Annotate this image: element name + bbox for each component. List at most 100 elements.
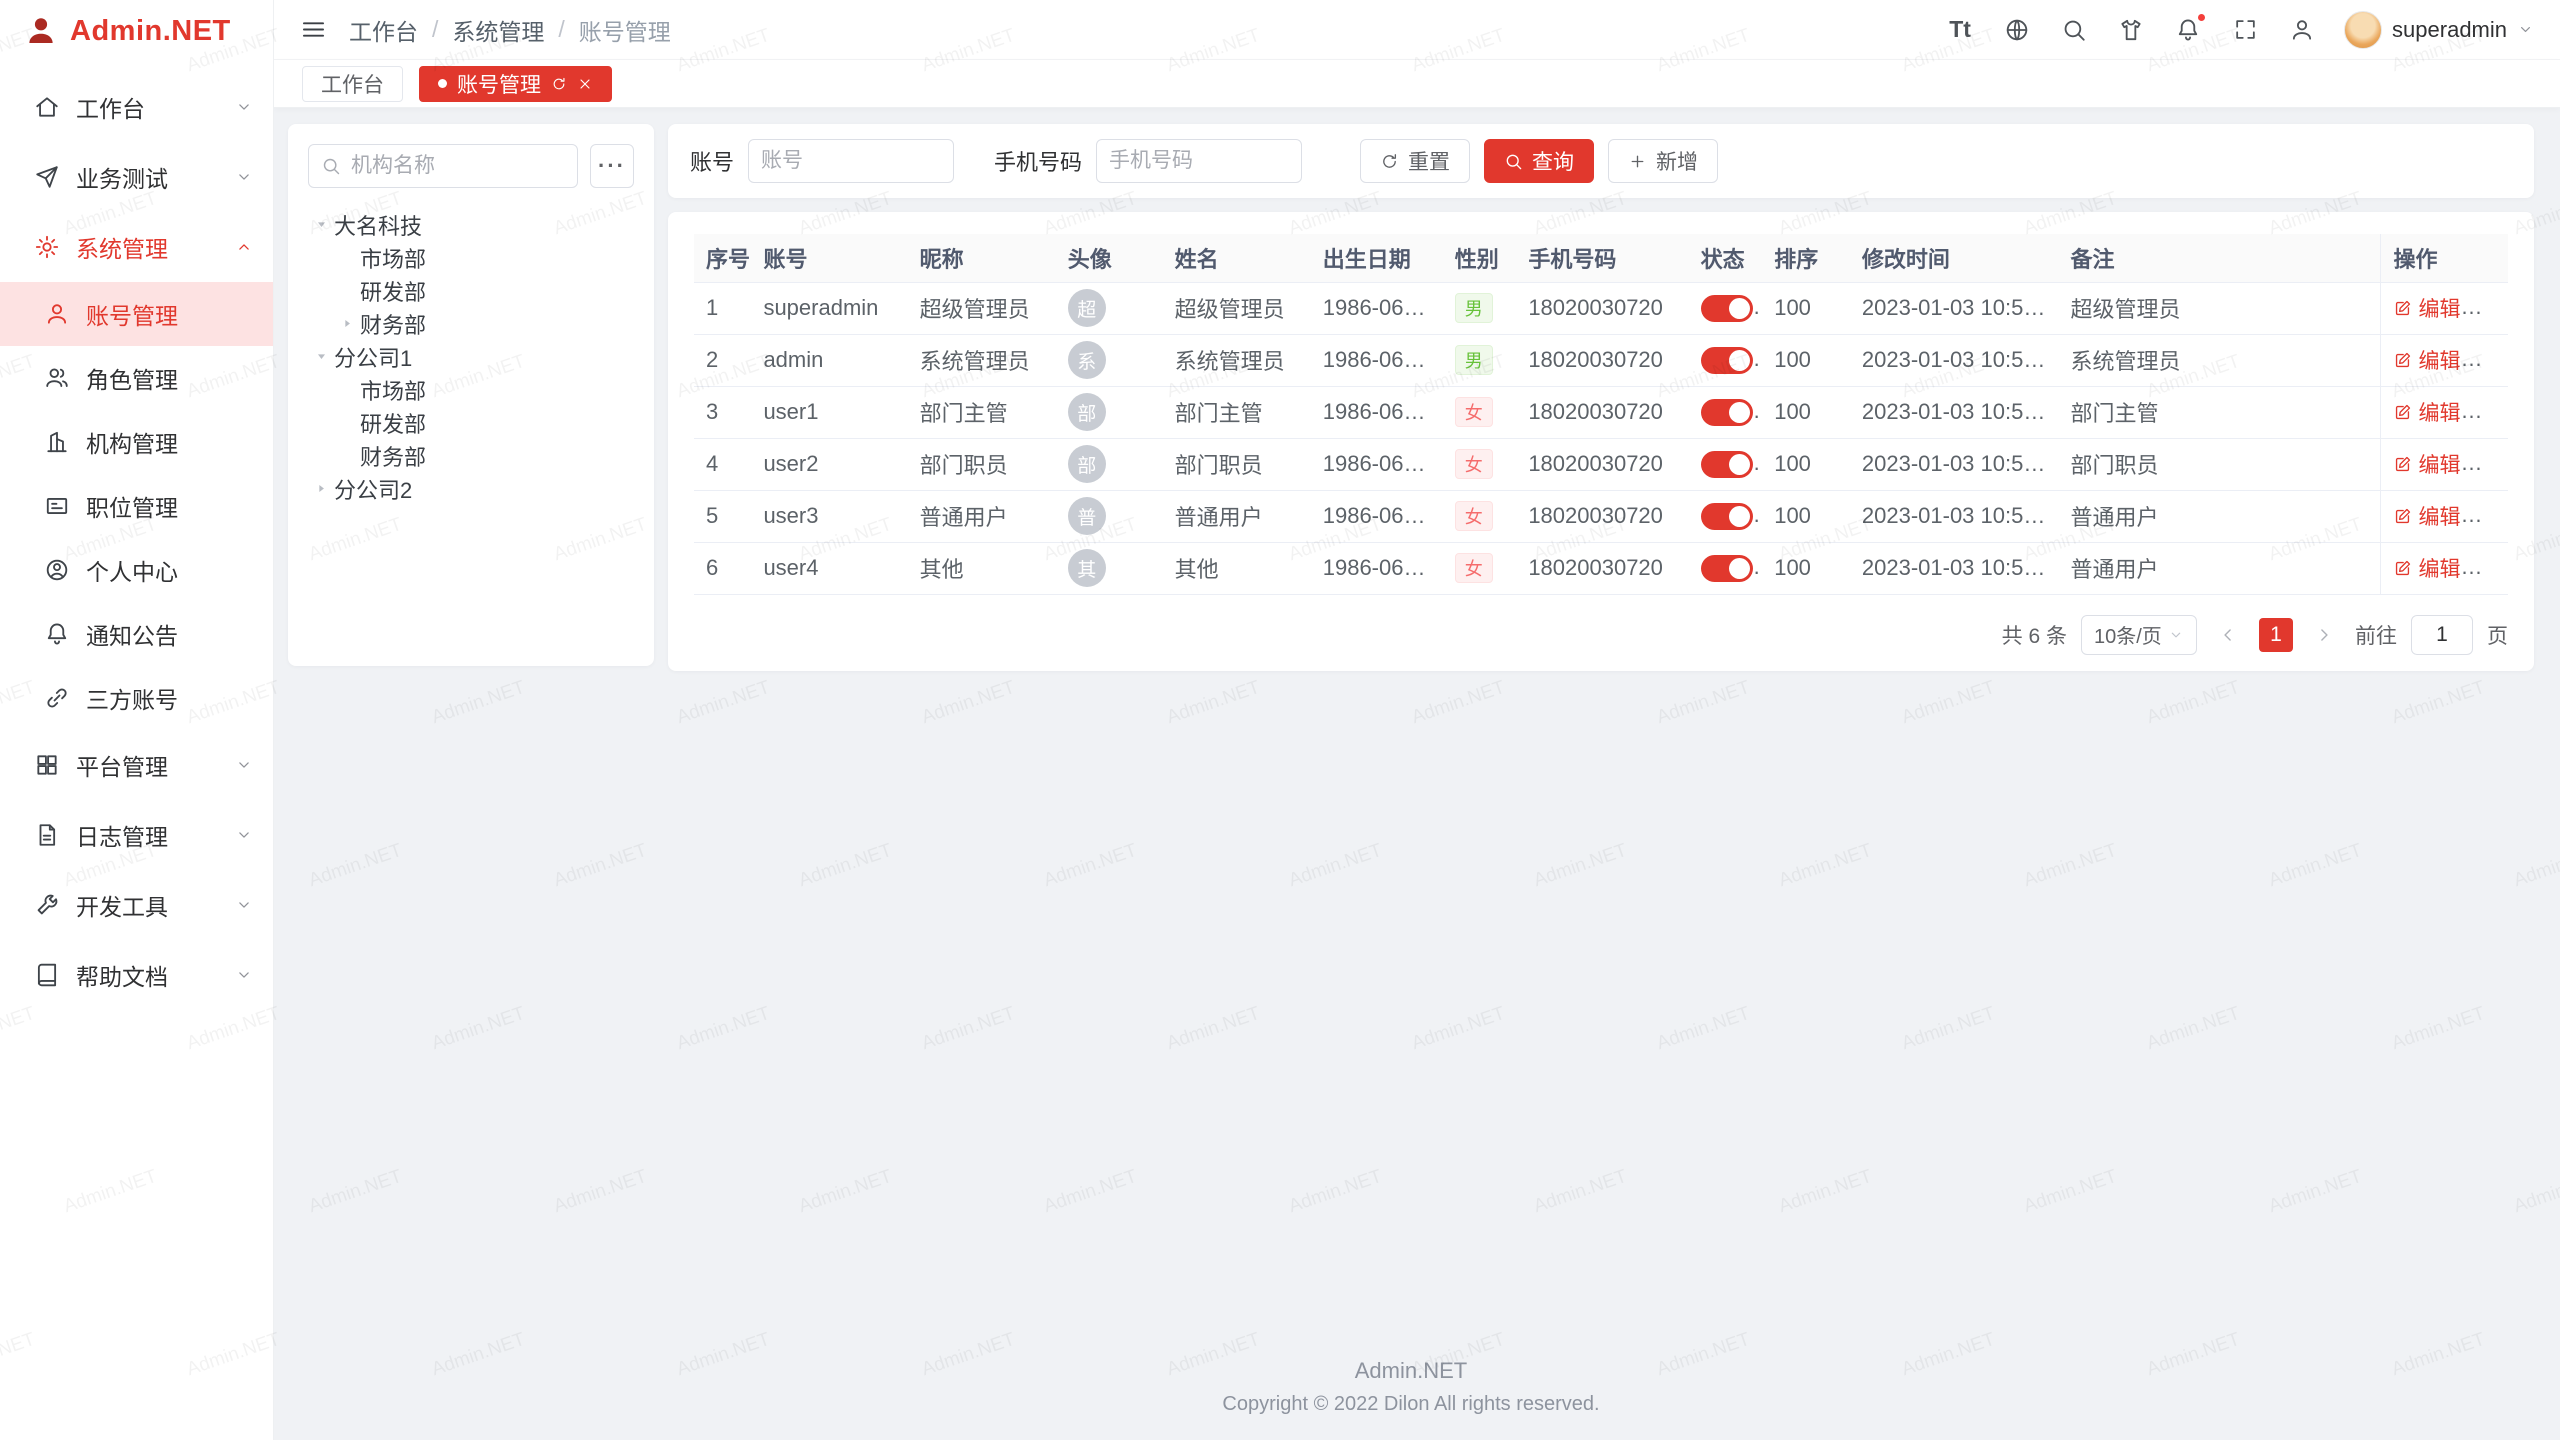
sidebar-item-role-mgmt[interactable]: 角色管理 <box>0 346 273 410</box>
table-row: 1superadmin超级管理员超超级管理员1986-06-28男1802003… <box>694 282 2508 334</box>
edit-button[interactable]: 编辑 <box>2393 501 2460 531</box>
goto-label: 前往 <box>2355 620 2397 650</box>
menu-collapse-button[interactable] <box>300 16 327 43</box>
next-page-button[interactable] <box>2307 618 2341 652</box>
tree-node-label: 市场部 <box>360 242 426 274</box>
sidebar-item-org-mgmt[interactable]: 机构管理 <box>0 410 273 474</box>
sidebar-item-label: 系统管理 <box>76 230 168 264</box>
cell-remark: 部门职员 <box>2058 438 2380 490</box>
app-logo[interactable]: Admin.NET <box>0 0 273 62</box>
sidebar-item-position-mgmt[interactable]: 职位管理 <box>0 474 273 538</box>
sidebar-item-personal-center[interactable]: 个人中心 <box>0 538 273 602</box>
sidebar-item-system-mgmt[interactable]: 系统管理 <box>0 212 273 282</box>
phone-input[interactable] <box>1109 149 1289 173</box>
notification-icon[interactable] <box>2173 15 2203 45</box>
account-input[interactable] <box>761 149 941 173</box>
sidebar-item-business-test[interactable]: 业务测试 <box>0 142 273 212</box>
logo-icon <box>24 14 58 48</box>
tree-node[interactable]: 研发部 <box>308 406 634 439</box>
sidebar-item-label: 日志管理 <box>76 818 168 852</box>
cell-remark: 系统管理员 <box>2058 334 2380 386</box>
tree-node[interactable]: 分公司2 <box>308 472 634 505</box>
sidebar-item-third-account[interactable]: 三方账号 <box>0 666 273 730</box>
sidebar-item-dev-tools[interactable]: 开发工具 <box>0 870 273 940</box>
sidebar-item-workbench[interactable]: 工作台 <box>0 72 273 142</box>
cell-phone: 18020030720 <box>1516 282 1688 334</box>
page-number-current[interactable]: 1 <box>2259 618 2293 652</box>
column-header: 序号 <box>694 234 751 282</box>
main-area: 工作台/系统管理/账号管理 Tt superadmin 工作台账号管理 <box>274 0 2560 1440</box>
query-button[interactable]: 查询 <box>1484 139 1594 183</box>
tree-node-label: 财务部 <box>360 440 426 472</box>
bell-icon <box>44 621 70 647</box>
reset-button[interactable]: 重置 <box>1360 139 1470 183</box>
edit-button[interactable]: 编辑 <box>2393 397 2460 427</box>
status-toggle[interactable] <box>1701 295 1753 322</box>
edit-button[interactable]: 编辑 <box>2393 553 2460 583</box>
tree-node[interactable]: 市场部 <box>308 373 634 406</box>
font-size-icon[interactable]: Tt <box>1945 15 1975 45</box>
tree-node[interactable]: 财务部 <box>308 439 634 472</box>
cell-birthdate: 1986-06-28 <box>1311 334 1443 386</box>
cell-modified: 2023-01-03 10:59:44 <box>1850 542 2059 594</box>
tree-node[interactable]: 大名科技 <box>308 208 634 241</box>
tab-workbench[interactable]: 工作台 <box>302 66 403 102</box>
edit-button[interactable]: 编辑 <box>2393 449 2460 479</box>
tree-node[interactable]: 研发部 <box>308 274 634 307</box>
account-icon[interactable] <box>2287 15 2317 45</box>
status-toggle[interactable] <box>1701 399 1753 426</box>
breadcrumb-item[interactable]: 工作台 <box>349 13 418 47</box>
tree-more-button[interactable]: ··· <box>590 144 634 188</box>
sidebar-item-help-docs[interactable]: 帮助文档 <box>0 940 273 1010</box>
fullscreen-icon[interactable] <box>2230 15 2260 45</box>
theme-icon[interactable] <box>2116 15 2146 45</box>
cell-phone: 18020030720 <box>1516 386 1688 438</box>
status-toggle[interactable] <box>1701 555 1753 582</box>
cell-account: user4 <box>751 542 907 594</box>
gear-icon <box>34 234 60 260</box>
sidebar-item-account-mgmt[interactable]: 账号管理 <box>0 282 273 346</box>
user-menu[interactable]: superadmin <box>2344 11 2534 49</box>
user-icon <box>44 301 70 327</box>
column-header: 状态 <box>1689 234 1763 282</box>
status-toggle[interactable] <box>1701 347 1753 374</box>
cell-account: superadmin <box>751 282 907 334</box>
column-header: 性别 <box>1443 234 1517 282</box>
tab-close-icon[interactable] <box>577 76 593 92</box>
gender-badge: 女 <box>1455 449 1493 479</box>
tab-refresh-icon[interactable] <box>551 76 567 92</box>
sidebar-item-platform-mgmt[interactable]: 平台管理 <box>0 730 273 800</box>
language-icon[interactable] <box>2002 15 2032 45</box>
edit-button[interactable]: 编辑 <box>2393 293 2460 323</box>
sidebar-item-notice[interactable]: 通知公告 <box>0 602 273 666</box>
tree-node[interactable]: 分公司1 <box>308 340 634 373</box>
goto-page-input[interactable] <box>2411 615 2473 655</box>
caret-down-icon[interactable] <box>308 218 334 231</box>
cell-seq: 3 <box>694 386 751 438</box>
cell-modified: 2023-01-03 10:59:44 <box>1850 282 2059 334</box>
breadcrumb-item[interactable]: 系统管理 <box>452 13 544 47</box>
page-size-select[interactable]: 10条/页 <box>2081 615 2197 655</box>
tree-node-label: 财务部 <box>360 308 426 340</box>
tab-account-mgmt[interactable]: 账号管理 <box>419 66 612 102</box>
tree-node[interactable]: 财务部 <box>308 307 634 340</box>
caret-down-icon[interactable] <box>308 350 334 363</box>
status-toggle[interactable] <box>1701 451 1753 478</box>
caret-right-icon[interactable] <box>308 482 334 495</box>
org-search-input[interactable] <box>351 154 565 178</box>
sidebar-item-label: 工作台 <box>76 90 145 124</box>
sidebar-item-log-mgmt[interactable]: 日志管理 <box>0 800 273 870</box>
table-body: 1superadmin超级管理员超超级管理员1986-06-28男1802003… <box>694 282 2508 594</box>
cell-seq: 4 <box>694 438 751 490</box>
edit-button[interactable]: 编辑 <box>2393 345 2460 375</box>
sidebar-item-label: 三方账号 <box>86 681 178 715</box>
prev-page-button[interactable] <box>2211 618 2245 652</box>
tree-node[interactable]: 市场部 <box>308 241 634 274</box>
cell-sort: 100 <box>1762 282 1850 334</box>
caret-right-icon[interactable] <box>334 317 360 330</box>
search-icon[interactable] <box>2059 15 2089 45</box>
status-toggle[interactable] <box>1701 503 1753 530</box>
add-button[interactable]: 新增 <box>1608 139 1718 183</box>
account-input-wrap <box>748 139 954 183</box>
cell-account: user2 <box>751 438 907 490</box>
